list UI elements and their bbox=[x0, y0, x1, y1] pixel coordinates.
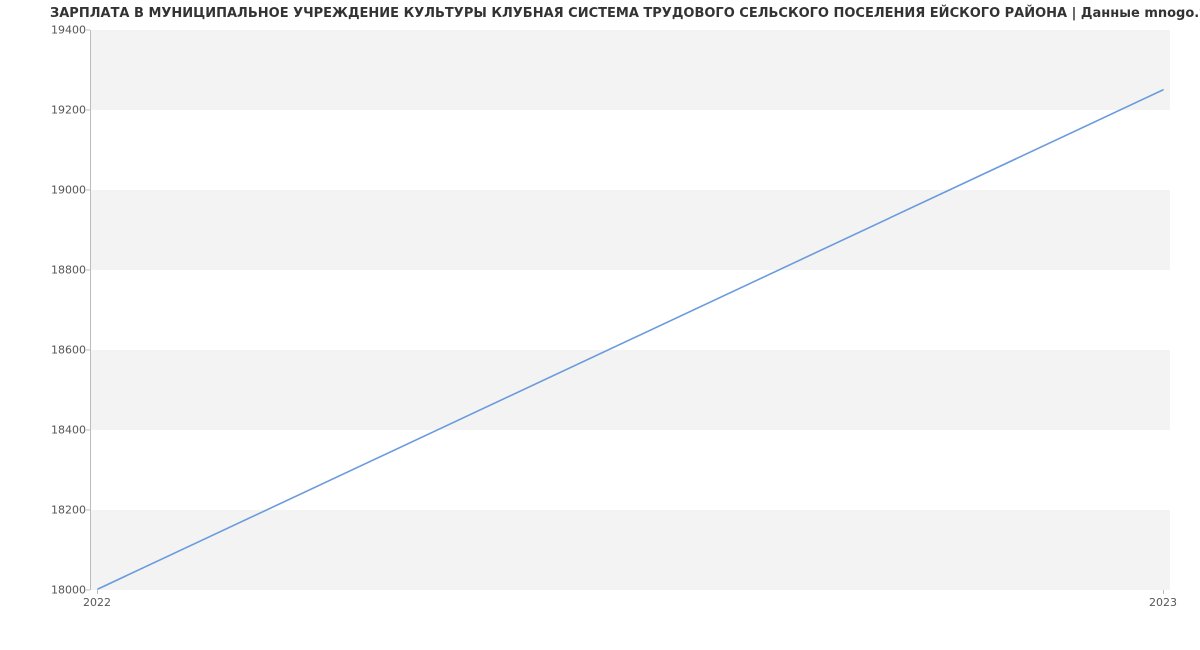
plot-area bbox=[90, 30, 1170, 590]
y-tick-label: 19400 bbox=[26, 24, 86, 37]
y-tick-label: 18000 bbox=[26, 584, 86, 597]
y-tick-label: 18400 bbox=[26, 424, 86, 437]
series-line bbox=[98, 90, 1163, 589]
x-tick-mark bbox=[1163, 590, 1164, 594]
chart-line-svg bbox=[91, 30, 1170, 589]
x-tick-label: 2022 bbox=[83, 596, 111, 609]
y-tick-label: 18600 bbox=[26, 344, 86, 357]
chart-container: ЗАРПЛАТА В МУНИЦИПАЛЬНОЕ УЧРЕЖДЕНИЕ КУЛЬ… bbox=[0, 0, 1200, 650]
y-tick-label: 19000 bbox=[26, 184, 86, 197]
chart-title: ЗАРПЛАТА В МУНИЦИПАЛЬНОЕ УЧРЕЖДЕНИЕ КУЛЬ… bbox=[50, 6, 1200, 21]
y-tick-label: 19200 bbox=[26, 104, 86, 117]
x-tick-label: 2023 bbox=[1149, 596, 1177, 609]
x-tick-mark bbox=[97, 590, 98, 594]
y-tick-label: 18200 bbox=[26, 504, 86, 517]
y-tick-label: 18800 bbox=[26, 264, 86, 277]
